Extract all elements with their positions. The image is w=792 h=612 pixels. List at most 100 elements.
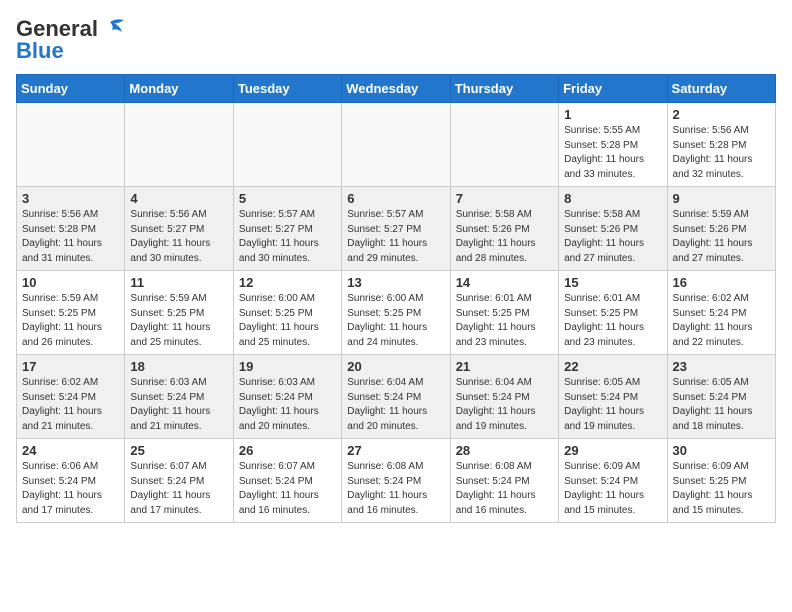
calendar-day-cell: 9 Sunrise: 5:59 AM Sunset: 5:26 PM Daylig…: [667, 187, 775, 271]
calendar-week-row: 24Sunrise: 6:06 AM Sunset: 5:24 PM Dayli…: [17, 439, 776, 523]
day-info: Sunrise: 5:59 AM Sunset: 5:25 PM Dayligh…: [130, 292, 227, 350]
day-number: 18: [130, 359, 227, 374]
day-info: Sunrise: 6:01 AM Sunset: 5:25 PM Dayligh…: [456, 292, 553, 350]
calendar-week-row: 3 Sunrise: 5:56 AM Sunset: 5:28 PM Daylig…: [17, 187, 776, 271]
day-info: Sunrise: 6:05 AM Sunset: 5:24 PM Dayligh…: [673, 376, 770, 434]
day-number: 25: [130, 443, 227, 458]
day-number: 10: [22, 275, 119, 290]
calendar-day-cell: 30Sunrise: 6:09 AM Sunset: 5:25 PM Dayli…: [667, 439, 775, 523]
day-number: 26: [239, 443, 336, 458]
logo: General Blue: [16, 16, 124, 64]
day-info: Sunrise: 6:08 AM Sunset: 5:24 PM Dayligh…: [456, 460, 553, 518]
day-number: 23: [673, 359, 770, 374]
calendar-day-cell: 6 Sunrise: 5:57 AM Sunset: 5:27 PM Daylig…: [342, 187, 450, 271]
calendar-week-row: 17Sunrise: 6:02 AM Sunset: 5:24 PM Dayli…: [17, 355, 776, 439]
calendar-day-cell: 22 Sunrise: 6:05 AM Sunset: 5:24 PM Dayli…: [559, 355, 667, 439]
day-number: 14: [456, 275, 553, 290]
day-number: 13: [347, 275, 444, 290]
calendar-day-cell: 25 Sunrise: 6:07 AM Sunset: 5:24 PM Dayli…: [125, 439, 233, 523]
calendar-day-cell: 19 Sunrise: 6:03 AM Sunset: 5:24 PM Dayli…: [233, 355, 341, 439]
calendar-day-cell: 1Sunrise: 5:55 AM Sunset: 5:28 PM Daylig…: [559, 103, 667, 187]
day-info: Sunrise: 6:03 AM Sunset: 5:24 PM Dayligh…: [239, 376, 336, 434]
calendar-day-cell: 21 Sunrise: 6:04 AM Sunset: 5:24 PM Dayli…: [450, 355, 558, 439]
day-number: 6: [347, 191, 444, 206]
day-info: Sunrise: 6:04 AM Sunset: 5:24 PM Dayligh…: [456, 376, 553, 434]
day-info: Sunrise: 5:57 AM Sunset: 5:27 PM Dayligh…: [347, 208, 444, 266]
day-number: 11: [130, 275, 227, 290]
day-info: Sunrise: 5:58 AM Sunset: 5:26 PM Dayligh…: [456, 208, 553, 266]
logo-bird-icon: [102, 18, 124, 36]
weekday-header-saturday: Saturday: [667, 75, 775, 103]
day-info: Sunrise: 6:02 AM Sunset: 5:24 PM Dayligh…: [673, 292, 770, 350]
calendar-header-row: SundayMondayTuesdayWednesdayThursdayFrid…: [17, 75, 776, 103]
calendar-day-cell: 16 Sunrise: 6:02 AM Sunset: 5:24 PM Dayli…: [667, 271, 775, 355]
calendar-day-cell: [17, 103, 125, 187]
day-number: 3: [22, 191, 119, 206]
day-info: Sunrise: 6:03 AM Sunset: 5:24 PM Dayligh…: [130, 376, 227, 434]
day-number: 19: [239, 359, 336, 374]
day-number: 28: [456, 443, 553, 458]
calendar-day-cell: 5 Sunrise: 5:57 AM Sunset: 5:27 PM Daylig…: [233, 187, 341, 271]
day-number: 21: [456, 359, 553, 374]
day-info: Sunrise: 5:59 AM Sunset: 5:26 PM Dayligh…: [673, 208, 770, 266]
weekday-header-friday: Friday: [559, 75, 667, 103]
page-header: General Blue: [16, 16, 776, 64]
calendar-week-row: 10 Sunrise: 5:59 AM Sunset: 5:25 PM Dayli…: [17, 271, 776, 355]
day-info: Sunrise: 5:58 AM Sunset: 5:26 PM Dayligh…: [564, 208, 661, 266]
calendar-day-cell: 20Sunrise: 6:04 AM Sunset: 5:24 PM Dayli…: [342, 355, 450, 439]
day-info: Sunrise: 5:56 AM Sunset: 5:27 PM Dayligh…: [130, 208, 227, 266]
calendar-table: SundayMondayTuesdayWednesdayThursdayFrid…: [16, 74, 776, 523]
weekday-header-monday: Monday: [125, 75, 233, 103]
day-number: 22: [564, 359, 661, 374]
weekday-header-thursday: Thursday: [450, 75, 558, 103]
day-number: 4: [130, 191, 227, 206]
calendar-day-cell: 8 Sunrise: 5:58 AM Sunset: 5:26 PM Daylig…: [559, 187, 667, 271]
weekday-header-tuesday: Tuesday: [233, 75, 341, 103]
day-info: Sunrise: 6:09 AM Sunset: 5:24 PM Dayligh…: [564, 460, 661, 518]
day-info: Sunrise: 6:02 AM Sunset: 5:24 PM Dayligh…: [22, 376, 119, 434]
day-number: 8: [564, 191, 661, 206]
calendar-day-cell: 29Sunrise: 6:09 AM Sunset: 5:24 PM Dayli…: [559, 439, 667, 523]
calendar-day-cell: 17Sunrise: 6:02 AM Sunset: 5:24 PM Dayli…: [17, 355, 125, 439]
day-info: Sunrise: 5:56 AM Sunset: 5:28 PM Dayligh…: [22, 208, 119, 266]
calendar-day-cell: 15Sunrise: 6:01 AM Sunset: 5:25 PM Dayli…: [559, 271, 667, 355]
day-info: Sunrise: 6:04 AM Sunset: 5:24 PM Dayligh…: [347, 376, 444, 434]
day-number: 7: [456, 191, 553, 206]
day-number: 2: [673, 107, 770, 122]
weekday-header-wednesday: Wednesday: [342, 75, 450, 103]
calendar-day-cell: 10Sunrise: 5:59 AM Sunset: 5:25 PM Dayli…: [17, 271, 125, 355]
day-number: 5: [239, 191, 336, 206]
day-number: 27: [347, 443, 444, 458]
day-info: Sunrise: 6:00 AM Sunset: 5:25 PM Dayligh…: [347, 292, 444, 350]
day-info: Sunrise: 5:56 AM Sunset: 5:28 PM Dayligh…: [673, 124, 770, 182]
calendar-day-cell: 11 Sunrise: 5:59 AM Sunset: 5:25 PM Dayli…: [125, 271, 233, 355]
day-number: 16: [673, 275, 770, 290]
calendar-day-cell: 23 Sunrise: 6:05 AM Sunset: 5:24 PM Dayli…: [667, 355, 775, 439]
calendar-day-cell: 14 Sunrise: 6:01 AM Sunset: 5:25 PM Dayli…: [450, 271, 558, 355]
calendar-week-row: 1Sunrise: 5:55 AM Sunset: 5:28 PM Daylig…: [17, 103, 776, 187]
day-info: Sunrise: 6:05 AM Sunset: 5:24 PM Dayligh…: [564, 376, 661, 434]
calendar-day-cell: [450, 103, 558, 187]
day-number: 9: [673, 191, 770, 206]
calendar-day-cell: 24Sunrise: 6:06 AM Sunset: 5:24 PM Dayli…: [17, 439, 125, 523]
day-info: Sunrise: 5:57 AM Sunset: 5:27 PM Dayligh…: [239, 208, 336, 266]
calendar-day-cell: 26 Sunrise: 6:07 AM Sunset: 5:24 PM Dayli…: [233, 439, 341, 523]
logo-blue: Blue: [16, 38, 64, 64]
calendar-day-cell: 13 Sunrise: 6:00 AM Sunset: 5:25 PM Dayli…: [342, 271, 450, 355]
day-number: 12: [239, 275, 336, 290]
calendar-day-cell: 2 Sunrise: 5:56 AM Sunset: 5:28 PM Daylig…: [667, 103, 775, 187]
day-info: Sunrise: 6:08 AM Sunset: 5:24 PM Dayligh…: [347, 460, 444, 518]
calendar-day-cell: 18 Sunrise: 6:03 AM Sunset: 5:24 PM Dayli…: [125, 355, 233, 439]
day-number: 24: [22, 443, 119, 458]
calendar-day-cell: 4 Sunrise: 5:56 AM Sunset: 5:27 PM Daylig…: [125, 187, 233, 271]
day-number: 15: [564, 275, 661, 290]
day-info: Sunrise: 6:07 AM Sunset: 5:24 PM Dayligh…: [130, 460, 227, 518]
day-number: 1: [564, 107, 661, 122]
day-number: 30: [673, 443, 770, 458]
weekday-header-sunday: Sunday: [17, 75, 125, 103]
calendar-day-cell: 12Sunrise: 6:00 AM Sunset: 5:25 PM Dayli…: [233, 271, 341, 355]
day-info: Sunrise: 6:07 AM Sunset: 5:24 PM Dayligh…: [239, 460, 336, 518]
calendar-day-cell: 27 Sunrise: 6:08 AM Sunset: 5:24 PM Dayli…: [342, 439, 450, 523]
calendar-day-cell: 28 Sunrise: 6:08 AM Sunset: 5:24 PM Dayli…: [450, 439, 558, 523]
calendar-day-cell: [233, 103, 341, 187]
